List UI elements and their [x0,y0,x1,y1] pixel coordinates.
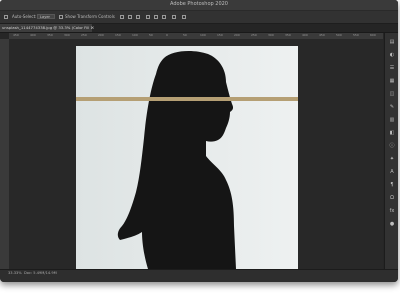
document-tab-bar: unsplash_1144774338.jpg @ 33.3% (Color F… [0,24,398,33]
ruler-tick-label: 500 [336,33,342,37]
ruler-tick-label: 450 [13,33,19,37]
swatches-icon[interactable]: ▥ [389,117,395,123]
move-tool-icon[interactable] [4,15,8,19]
ruler-tick-label: 450 [319,33,325,37]
styles-icon[interactable]: fx [389,208,395,214]
3d-mode-icon[interactable] [182,15,186,19]
history-icon[interactable]: ▤ [389,39,395,45]
align-middle-icon[interactable] [154,15,158,19]
ruler-tick-label: 100 [132,33,138,37]
ruler-tick-label: 350 [47,33,53,37]
ruler-tick-label: 350 [285,33,291,37]
document-image[interactable] [76,46,298,269]
window-title: Adobe Photoshop 2020 [170,1,228,7]
document-size: Doc: 5.49M/14.9M [24,271,57,275]
show-transform-label: Show Transform Controls [65,14,115,19]
info-icon[interactable]: ⓘ [389,143,395,149]
canvas-area[interactable] [9,39,383,269]
align-center-icon[interactable] [128,15,132,19]
status-bar: 33.33% Doc: 5.49M/14.9M [0,269,398,282]
photoshop-window: Adobe Photoshop 2020 Auto-Select: Layer … [0,0,398,282]
paragraph-icon[interactable]: ¶ [389,182,395,188]
ruler-tick-label: 550 [353,33,359,37]
ruler-tick-label: 150 [115,33,121,37]
glyphs-icon[interactable]: Ω [389,195,395,201]
paths-icon[interactable]: ✎ [389,104,395,110]
libraries-icon[interactable]: ◧ [389,130,395,136]
guide-line [76,97,298,101]
right-panel-dock: ▤ ◐ ☰ ▦ ◫ ✎ ▥ ◧ ⓘ ✦ A ¶ Ωfx ● [384,33,398,269]
properties-icon[interactable]: ☰ [389,65,395,71]
ruler-tick-label: 600 [370,33,376,37]
channels-icon[interactable]: ◫ [389,91,395,97]
close-tab-icon[interactable]: × [91,24,94,32]
zoom-level[interactable]: 33.33% [8,271,22,275]
auto-select-label: Auto-Select: [12,14,37,19]
color-icon[interactable]: ● [389,221,395,227]
brush-icon[interactable]: ✦ [389,156,395,162]
ruler-tick-label: 400 [30,33,36,37]
ruler-tick-label: 50 [149,33,153,37]
options-bar: Auto-Select: Layer Show Transform Contro… [0,11,398,24]
align-left-icon[interactable] [120,15,124,19]
character-icon[interactable]: A [389,169,395,175]
ruler-tick-label: 250 [251,33,257,37]
auto-select-dropdown[interactable]: Layer [37,14,55,19]
title-bar: Adobe Photoshop 2020 [0,0,398,11]
ruler-tick-label: 0 [166,33,168,37]
ruler-tick-label: 300 [64,33,70,37]
distribute-icon[interactable] [172,15,176,19]
ruler-tick-label: 400 [302,33,308,37]
woman-silhouette-image [76,46,298,269]
ruler-tick-label: 50 [183,33,187,37]
ruler-tick-label: 150 [217,33,223,37]
ruler-tick-label: 200 [234,33,240,37]
show-transform-checkbox[interactable] [59,15,63,19]
ruler-tick-label: 100 [200,33,206,37]
ruler-tick-label: 200 [98,33,104,37]
align-top-icon[interactable] [146,15,150,19]
ruler-tick-label: 250 [81,33,87,37]
ruler-tick-label: 300 [268,33,274,37]
adjustments-icon[interactable]: ◐ [389,52,395,58]
align-bottom-icon[interactable] [162,15,166,19]
layers-icon[interactable]: ▦ [389,78,395,84]
document-tab[interactable]: unsplash_1144774338.jpg @ 33.3% (Color F… [0,24,92,32]
align-right-icon[interactable] [136,15,140,19]
